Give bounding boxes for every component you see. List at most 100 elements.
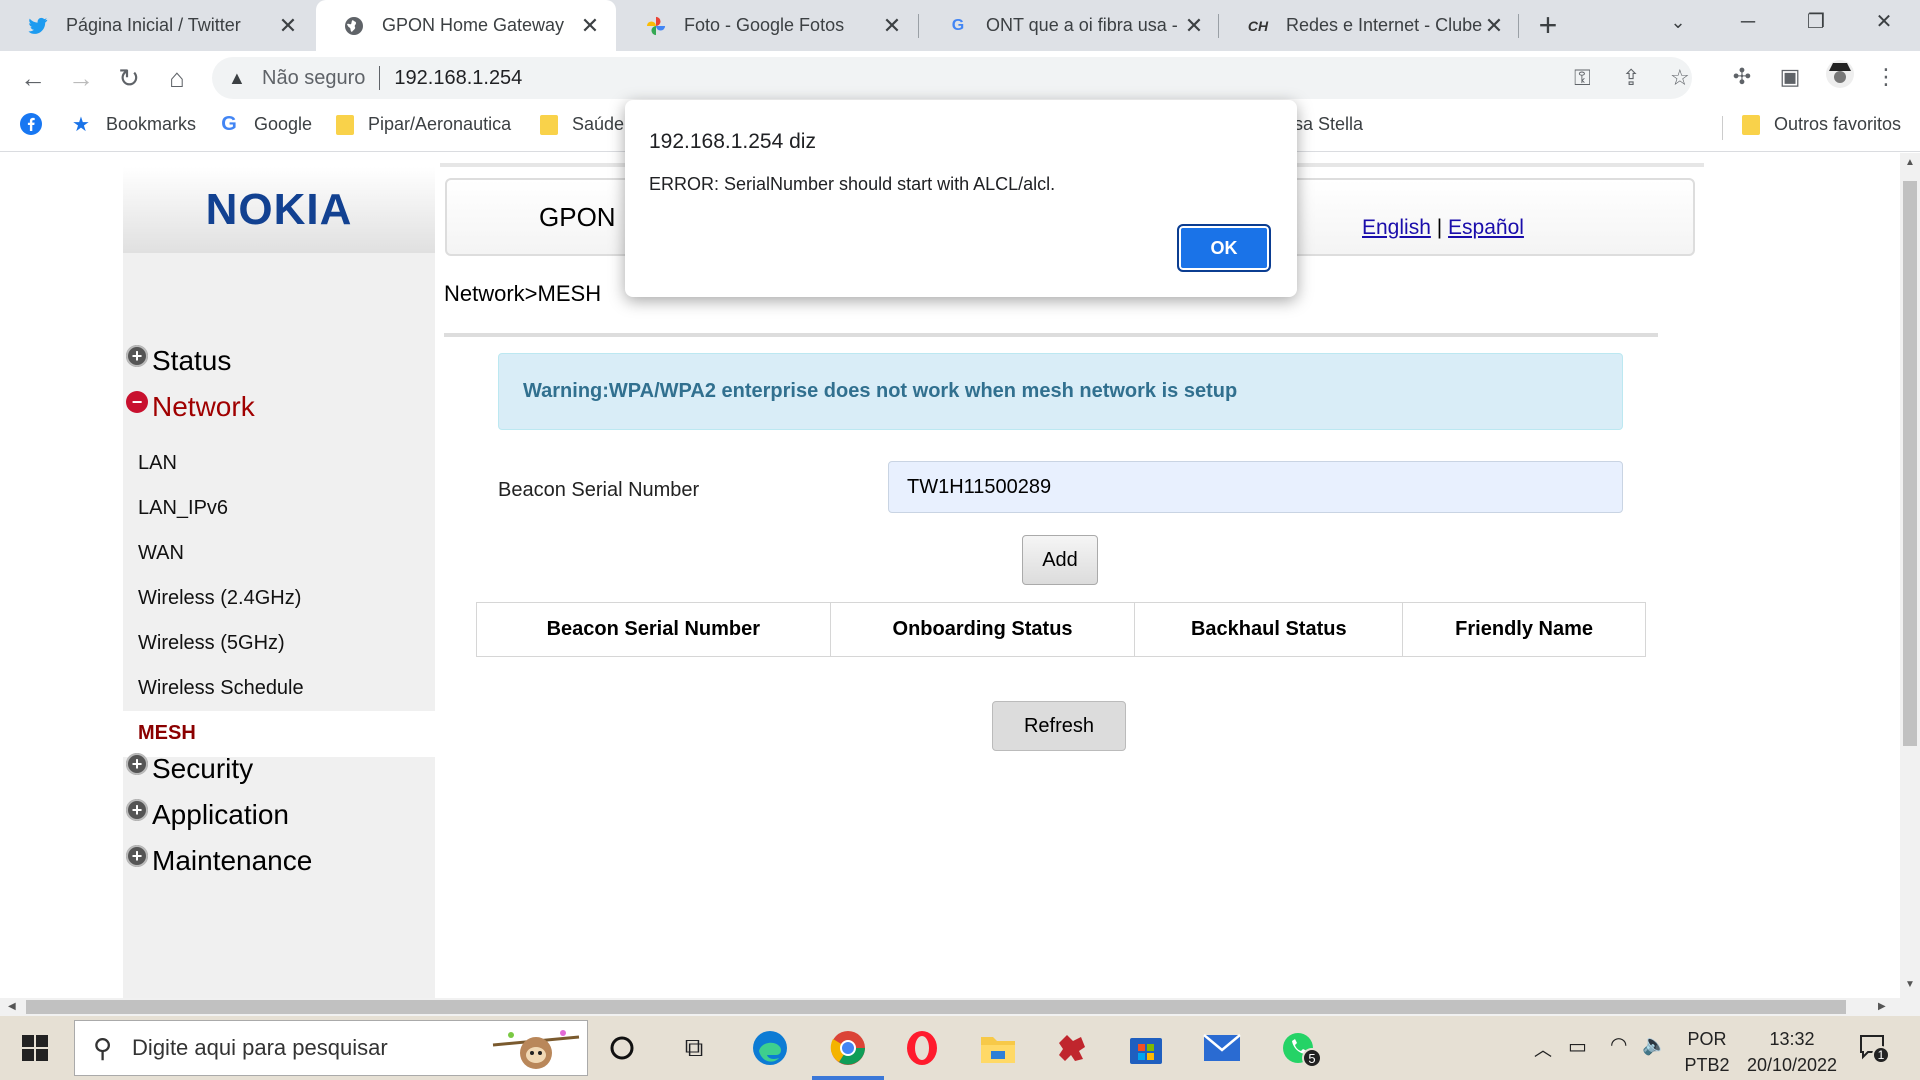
side-panel-icon[interactable]: ▣ (1772, 59, 1808, 95)
scroll-up-arrow-icon[interactable]: ▲ (1905, 157, 1915, 168)
microsoft-store-icon[interactable] (1124, 1026, 1168, 1070)
edge-icon[interactable] (748, 1026, 792, 1070)
table-header-cell: Onboarding Status (829, 602, 1136, 657)
forward-button[interactable]: → (62, 59, 100, 97)
scroll-right-arrow-icon[interactable]: ▶ (1878, 1001, 1886, 1012)
bookmark-label: Google (254, 114, 313, 134)
mail-icon[interactable] (1200, 1026, 1244, 1070)
tab-clube-hardware[interactable]: CH Redes e Internet - Clube d ✕ (1220, 0, 1520, 51)
bookmark-label: Saúde (572, 114, 625, 134)
beacon-serial-input[interactable] (888, 461, 1623, 513)
whatsapp-icon[interactable]: 5 (1276, 1026, 1322, 1070)
refresh-button[interactable]: Refresh (992, 701, 1126, 751)
breadcrumb: Network>MESH (444, 281, 602, 306)
vertical-scrollbar[interactable]: ▲ ▼ (1900, 153, 1920, 998)
bookmark-label: Pipar/Aeronautica (368, 114, 512, 134)
wifi-icon[interactable]: ◠ (1610, 1032, 1627, 1057)
add-button[interactable]: Add (1022, 535, 1098, 585)
chrome-icon[interactable] (826, 1026, 870, 1070)
taskbar-search[interactable]: ⚲ Digite aqui para pesquisar (74, 1020, 588, 1076)
active-app-indicator (812, 1076, 884, 1080)
file-explorer-icon[interactable] (976, 1026, 1020, 1070)
show-hidden-icons-chevron-icon[interactable]: ︿ (1534, 1036, 1552, 1062)
sidebar-item-label: Status (152, 345, 232, 376)
bookmark-bookmarks[interactable]: ★ Bookmarks (70, 114, 196, 136)
bookmark-stella[interactable]: sa Stella (1294, 114, 1363, 135)
security-label[interactable]: Não seguro (262, 67, 365, 90)
folder-icon (336, 114, 354, 135)
game-app-icon[interactable] (1050, 1026, 1094, 1070)
opera-icon[interactable] (900, 1026, 944, 1070)
share-icon[interactable]: ⇪ (1622, 65, 1640, 91)
key-icon[interactable]: ⚿ (1574, 65, 1591, 91)
bookmark-saude[interactable]: Saúde (540, 114, 624, 135)
profile-avatar[interactable] (1822, 59, 1858, 95)
lang-english-link[interactable]: English (1362, 216, 1431, 239)
scrollbar-thumb[interactable] (26, 1000, 1846, 1014)
bookmark-outros-favoritos[interactable]: Outros favoritos (1742, 114, 1901, 135)
sidebar-item-label: Network (152, 391, 255, 422)
language-switcher: English | Español (1362, 216, 1524, 240)
close-icon[interactable]: ✕ (1182, 13, 1206, 39)
home-button[interactable]: ⌂ (158, 59, 196, 97)
lang-spanish-link[interactable]: Español (1448, 216, 1524, 239)
address-bar[interactable]: ▲ Não seguro 192.168.1.254 (212, 57, 1692, 99)
notification-center-icon[interactable]: 1 (1858, 1032, 1890, 1065)
url-text[interactable]: 192.168.1.254 (394, 67, 522, 90)
close-icon[interactable]: ✕ (276, 13, 300, 39)
cortana-icon[interactable] (600, 1026, 644, 1070)
close-icon[interactable]: ✕ (578, 13, 602, 39)
battery-icon[interactable]: ▭ (1568, 1034, 1587, 1059)
window-close-button[interactable]: ✕ (1854, 0, 1914, 44)
bookmark-star-icon[interactable]: ☆ (1670, 65, 1690, 91)
nokia-logo: NOKIA (205, 185, 353, 234)
input-language-indicator[interactable]: POR PTB2 (1682, 1026, 1732, 1078)
tab-ont-oi-fibra[interactable]: G ONT que a oi fibra usa - P ✕ (920, 0, 1220, 51)
sidebar-item-network[interactable]: − Network (126, 391, 255, 423)
sidebar-item-mesh[interactable]: MESH (138, 722, 196, 745)
tab-search-chevron-icon[interactable]: ⌄ (1648, 0, 1708, 44)
sidebar-item-lan-ipv6[interactable]: LAN_IPv6 (138, 497, 228, 520)
new-tab-button[interactable]: + (1528, 6, 1568, 46)
warning-triangle-icon[interactable]: ▲ (228, 68, 250, 89)
plus-icon: + (126, 845, 148, 867)
sidebar-item-wireless-5ghz[interactable]: Wireless (5GHz) (138, 632, 285, 655)
ok-button[interactable]: OK (1177, 224, 1271, 272)
minimize-button[interactable]: ─ (1718, 0, 1778, 44)
beacon-serial-label: Beacon Serial Number (498, 479, 700, 501)
close-icon[interactable]: ✕ (1482, 13, 1506, 39)
windows-taskbar: ⚲ Digite aqui para pesquisar ⧉ 5 ︿ ▭ ◠ 🔈… (0, 1016, 1920, 1080)
tab-google-fotos[interactable]: Foto - Google Fotos ✕ (618, 0, 918, 51)
bookmark-facebook[interactable] (20, 113, 56, 135)
tab-twitter[interactable]: Página Inicial / Twitter ✕ (0, 0, 314, 51)
restore-button[interactable]: ❐ (1786, 0, 1846, 44)
sidebar-item-security[interactable]: + Security (126, 753, 253, 785)
task-view-icon[interactable]: ⧉ (672, 1026, 716, 1070)
sidebar-item-maintenance[interactable]: + Maintenance (126, 845, 312, 877)
sidebar-item-status[interactable]: + Status (126, 345, 231, 377)
lang-separator: | (1436, 216, 1443, 239)
volume-icon[interactable]: 🔈 (1642, 1032, 1667, 1057)
tab-gpon-home-gateway[interactable]: GPON Home Gateway ✕ (316, 0, 616, 51)
scroll-down-arrow-icon[interactable]: ▼ (1905, 979, 1915, 990)
menu-kebab-icon[interactable]: ⋮ (1868, 59, 1904, 95)
clock[interactable]: 13:32 20/10/2022 (1740, 1026, 1844, 1078)
bookmark-pipar-aeronautica[interactable]: Pipar/Aeronautica (336, 114, 511, 135)
google-photos-icon (646, 16, 666, 36)
sidebar-item-application[interactable]: + Application (126, 799, 289, 831)
sidebar-item-wan[interactable]: WAN (138, 542, 184, 565)
bookmark-google[interactable]: G Google (218, 113, 313, 135)
windows-start-icon[interactable] (12, 1028, 60, 1068)
extensions-puzzle-icon[interactable]: ✣ (1724, 59, 1760, 95)
sidebar-item-lan[interactable]: LAN (138, 452, 177, 475)
scroll-left-arrow-icon[interactable]: ◀ (8, 1001, 16, 1012)
back-button[interactable]: ← (14, 59, 52, 97)
sidebar-item-wireless-24ghz[interactable]: Wireless (2.4GHz) (138, 587, 301, 610)
clock-date: 20/10/2022 (1746, 1055, 1838, 1075)
sidebar-item-wireless-schedule[interactable]: Wireless Schedule (138, 677, 304, 700)
reload-button[interactable]: ↻ (110, 59, 148, 97)
plus-icon: + (126, 753, 148, 775)
horizontal-scrollbar[interactable]: ◀ ▶ (0, 998, 1920, 1016)
close-icon[interactable]: ✕ (880, 13, 904, 39)
scrollbar-thumb[interactable] (1903, 181, 1917, 746)
